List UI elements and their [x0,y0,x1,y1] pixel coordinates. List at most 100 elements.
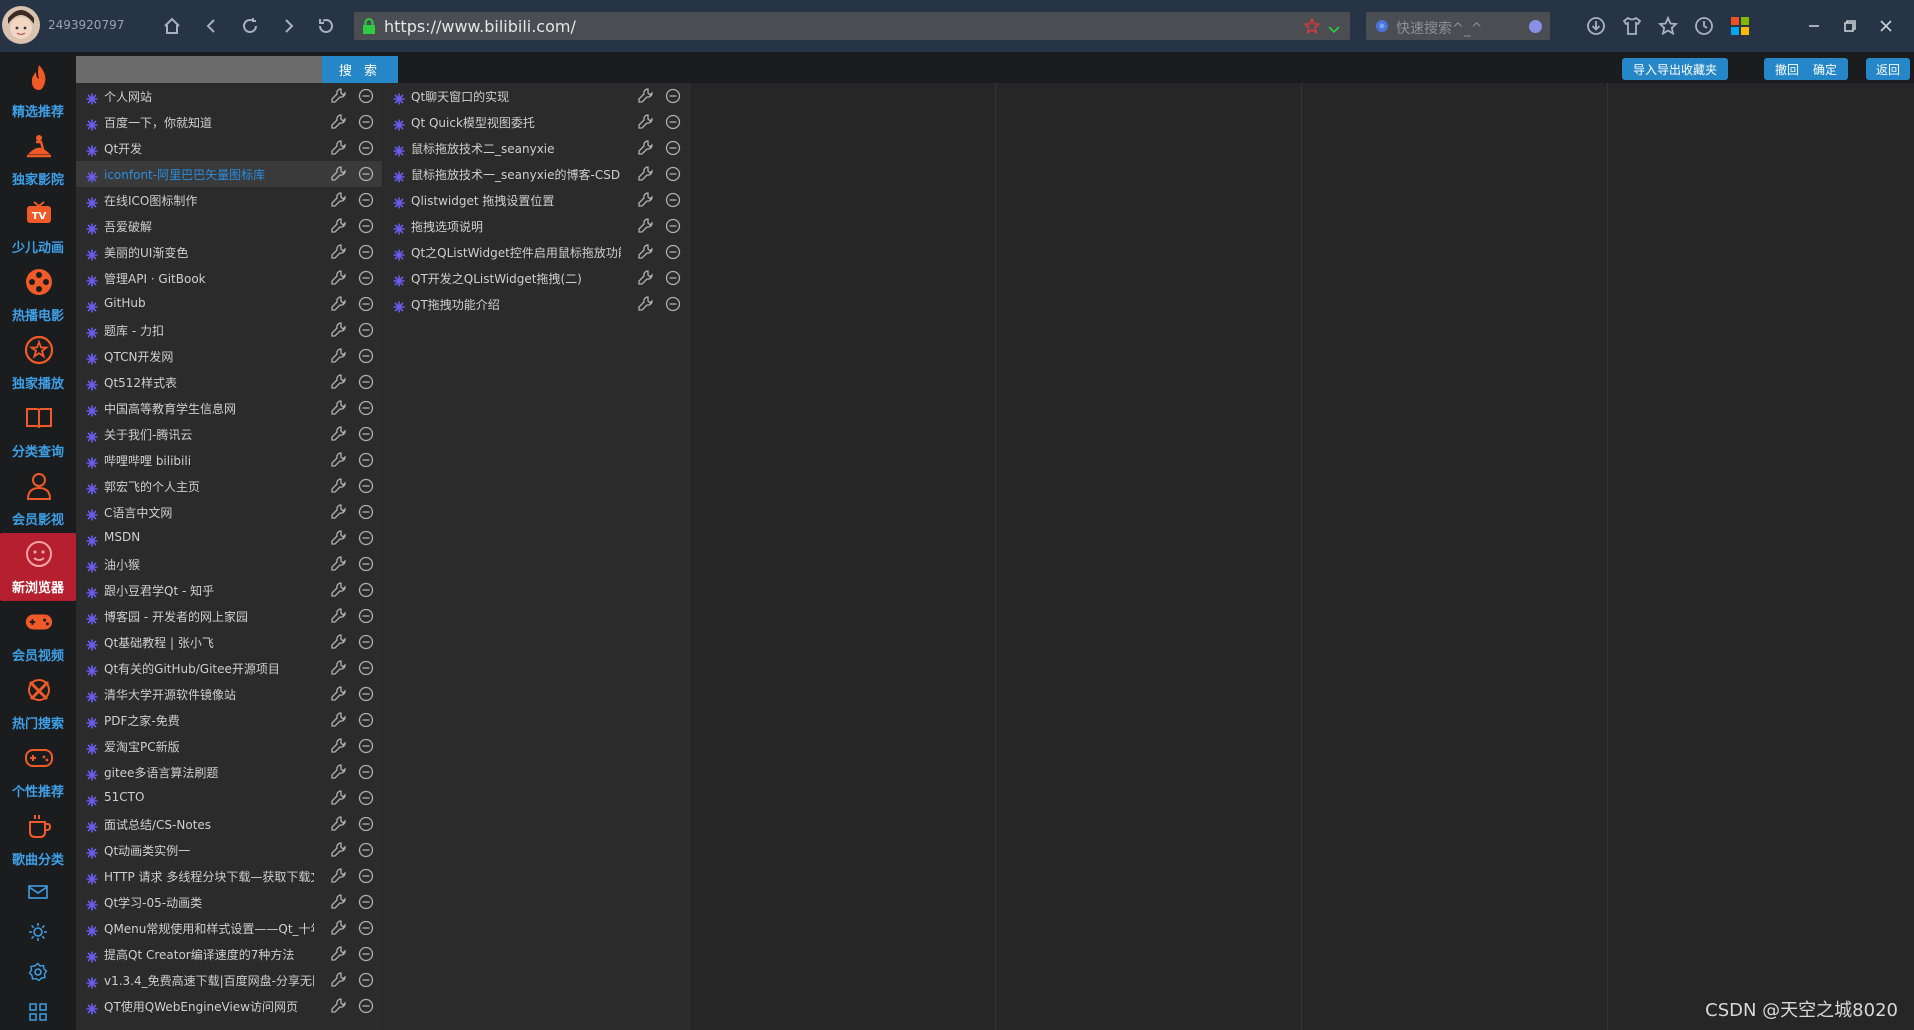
minimize-icon[interactable] [1802,14,1826,38]
wrench-icon[interactable] [637,269,655,287]
bookmark-row[interactable]: Qt聊天窗口的实现 [383,83,689,109]
wrench-icon[interactable] [637,243,655,261]
bookmark-title[interactable]: Qt动画类实例一 [104,842,314,859]
wrench-icon[interactable] [330,971,348,989]
wrench-icon[interactable] [637,295,655,313]
bookmark-row[interactable]: 跟小豆君学Qt - 知乎 [76,577,382,603]
bookmark-row[interactable]: v1.3.4_免费高速下载|百度网盘-分享无限! [76,967,382,993]
wrench-icon[interactable] [330,945,348,963]
wrench-icon[interactable] [330,841,348,859]
wrench-icon[interactable] [330,139,348,157]
url-text[interactable]: https://www.bilibili.com/ [384,17,576,36]
bookmark-row[interactable]: 鼠标拖放技术一_seanyxie的博客-CSDN博 [383,161,689,187]
bookmark-row[interactable]: Qt Quick模型视图委托 [383,109,689,135]
bookmark-row[interactable]: QTCN开发网 [76,343,382,369]
bookmark-row[interactable]: 个人网站 [76,83,382,109]
bookmark-row[interactable]: 面试总结/CS-Notes [76,811,382,837]
bookmark-title[interactable]: Qt开发 [104,140,314,157]
wrench-icon[interactable] [330,789,348,807]
search-engine-icon[interactable] [1374,18,1390,38]
download-icon[interactable] [1584,14,1608,38]
favorite-icon[interactable] [1656,14,1680,38]
windows-logo-icon[interactable] [1728,14,1752,38]
bookmark-title[interactable]: QT拖拽功能介绍 [411,296,621,313]
bookmark-row[interactable]: 吾爱破解 [76,213,382,239]
wrench-icon[interactable] [330,399,348,417]
bookmark-row[interactable]: MSDN [76,525,382,551]
remove-icon[interactable] [358,686,374,702]
bookmark-title[interactable]: 博客园 - 开发者的网上家园 [104,608,314,625]
bookmark-title[interactable]: 油小猴 [104,556,314,573]
search-button[interactable]: 搜 索 [322,56,398,83]
bookmark-title[interactable]: 吾爱破解 [104,218,314,235]
remove-icon[interactable] [358,530,374,546]
remove-icon[interactable] [358,166,374,182]
bookmark-title[interactable]: v1.3.4_免费高速下载|百度网盘-分享无限! [104,972,314,989]
wrench-icon[interactable] [330,659,348,677]
wrench-icon[interactable] [330,607,348,625]
bookmark-title[interactable]: GitHub [104,296,314,310]
remove-icon[interactable] [358,374,374,390]
bookmark-title[interactable]: Qt学习-05-动画类 [104,894,314,911]
remove-icon[interactable] [665,270,681,286]
remove-icon[interactable] [358,270,374,286]
bookmark-title[interactable]: C语言中文网 [104,504,314,521]
back-icon[interactable] [200,14,224,38]
bookmark-row[interactable]: 中国高等教育学生信息网 [76,395,382,421]
wrench-icon[interactable] [330,815,348,833]
bookmark-title[interactable]: Qlistwidget 拖拽设置位置 [411,192,621,209]
wrench-icon[interactable] [330,347,348,365]
remove-icon[interactable] [358,88,374,104]
wrench-icon[interactable] [330,165,348,183]
remove-icon[interactable] [358,192,374,208]
sidebar-item-category-search[interactable]: 分类查询 [0,397,76,465]
remove-icon[interactable] [358,634,374,650]
bookmark-title[interactable]: 个人网站 [104,88,314,105]
bookmark-title[interactable]: 鼠标拖放技术一_seanyxie的博客-CSDN博 [411,166,621,183]
bookmark-title[interactable]: 在线ICO图标制作 [104,192,314,209]
wrench-icon[interactable] [330,451,348,469]
chevron-down-icon[interactable] [1328,20,1340,39]
bookmark-title[interactable]: 跟小豆君学Qt - 知乎 [104,582,314,599]
bookmark-row[interactable]: QT使用QWebEngineView访问网页 [76,993,382,1019]
remove-icon[interactable] [358,244,374,260]
bookmark-row[interactable]: 关于我们-腾讯云 [76,421,382,447]
bookmark-row[interactable]: 油小猴 [76,551,382,577]
remove-icon[interactable] [358,400,374,416]
wrench-icon[interactable] [330,87,348,105]
bookmark-row[interactable]: Qt512样式表 [76,369,382,395]
remove-icon[interactable] [358,790,374,806]
wrench-icon[interactable] [330,243,348,261]
refresh-icon[interactable] [238,14,262,38]
bookmark-row[interactable]: 哔哩哔哩 bilibili [76,447,382,473]
wrench-icon[interactable] [330,373,348,391]
shirt-icon[interactable] [1620,14,1644,38]
close-icon[interactable] [1874,14,1898,38]
bookmark-title[interactable]: iconfont-阿里巴巴矢量图标库 [104,166,314,183]
remove-icon[interactable] [665,114,681,130]
bookmark-row[interactable]: Qt基础教程 | 张小飞 [76,629,382,655]
bookmark-title[interactable]: QMenu常规使用和样式设置——Qt_十年 [104,920,314,937]
bookmark-row[interactable]: 美丽的UI渐变色 [76,239,382,265]
remove-icon[interactable] [358,946,374,962]
sidebar-item-kids-animation[interactable]: TV 少儿动画 [0,193,76,261]
wrench-icon[interactable] [330,997,348,1015]
bookmark-title[interactable]: PDF之家-免费 [104,712,314,729]
remove-icon[interactable] [665,296,681,312]
remove-icon[interactable] [665,244,681,260]
wrench-icon[interactable] [330,503,348,521]
remove-icon[interactable] [358,478,374,494]
bookmark-title[interactable]: 中国高等教育学生信息网 [104,400,314,417]
restore-icon[interactable] [1838,14,1862,38]
home-icon[interactable] [160,14,184,38]
bookmark-row[interactable]: 51CTO [76,785,382,811]
remove-icon[interactable] [358,556,374,572]
wrench-icon[interactable] [330,529,348,547]
sidebar-item-new-browser[interactable]: 新浏览器 [0,533,76,601]
remove-icon[interactable] [665,218,681,234]
confirm-button[interactable]: 确定 [1802,58,1848,80]
bookmark-title[interactable]: 提高Qt Creator编译速度的7种方法 [104,946,314,963]
bookmark-row[interactable]: Qt有关的GitHub/Gitee开源项目 [76,655,382,681]
wrench-icon[interactable] [330,555,348,573]
history-icon[interactable] [1692,14,1716,38]
